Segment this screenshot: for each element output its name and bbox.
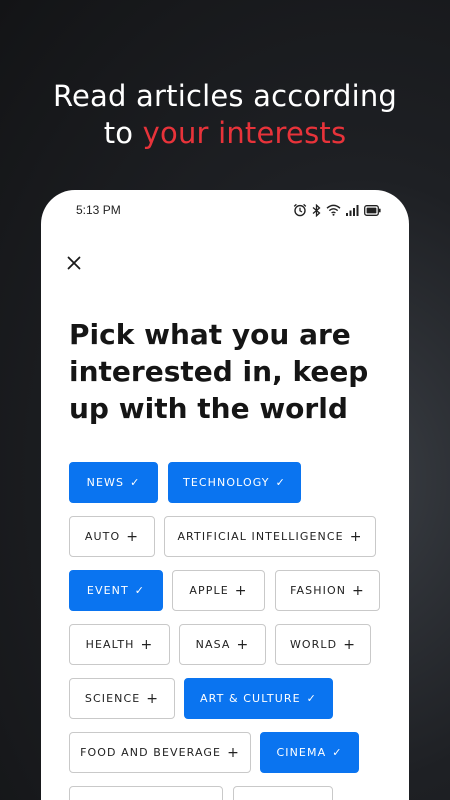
chip-label: WORLD <box>289 638 338 651</box>
chip-label: CINEMA <box>276 746 327 759</box>
battery-icon <box>364 204 381 216</box>
plus-icon: + <box>343 636 357 653</box>
status-bar: 5:13 PM <box>76 202 381 218</box>
promo-headline: Read articles according to your interest… <box>0 78 450 152</box>
wifi-icon <box>326 204 341 216</box>
check-icon: ✓ <box>332 746 343 759</box>
chip-label: HEALTH <box>85 638 135 651</box>
headline-line-1: Read articles according <box>52 79 398 113</box>
chip-health[interactable]: HEALTH + <box>69 624 170 665</box>
chip-technology[interactable]: TECHNOLOGY ✓ <box>168 462 301 503</box>
chip-partial[interactable] <box>233 786 333 800</box>
chip-label: NASA <box>195 638 231 651</box>
plus-icon: + <box>236 636 250 653</box>
check-icon: ✓ <box>134 584 146 597</box>
plus-icon: + <box>234 582 248 599</box>
headline-accent: your interests <box>142 116 347 150</box>
chip-label: FOOD AND BEVERAGE <box>80 746 222 759</box>
chip-label: ART & CULTURE <box>200 692 301 705</box>
plus-icon: + <box>352 582 365 599</box>
chip-fashion[interactable]: FASHION + <box>275 570 380 611</box>
plus-icon: + <box>227 744 240 761</box>
chip-cinema[interactable]: CINEMA ✓ <box>260 732 359 773</box>
chip-label: EVENT <box>86 584 129 597</box>
chip-world[interactable]: WORLD + <box>275 624 371 665</box>
close-icon <box>67 256 81 275</box>
status-time: 5:13 PM <box>76 203 121 217</box>
phone-screen: 5:13 PM Pick what you are interested in,… <box>41 190 409 800</box>
plus-icon: + <box>126 528 140 545</box>
check-icon: ✓ <box>306 692 317 705</box>
chip-science[interactable]: SCIENCE + <box>69 678 175 719</box>
chip-label: ARTIFICIAL INTELLIGENCE <box>177 530 344 543</box>
bluetooth-icon <box>312 203 321 217</box>
page-title: Pick what you are interested in, keep up… <box>69 318 369 425</box>
headline-prefix: to <box>103 116 143 150</box>
chip-auto[interactable]: AUTO + <box>69 516 155 557</box>
chip-label: APPLE <box>189 584 229 597</box>
chip-event[interactable]: EVENT ✓ <box>69 570 163 611</box>
close-button[interactable] <box>63 254 85 276</box>
plus-icon: + <box>140 636 154 653</box>
chip-art-culture[interactable]: ART & CULTURE ✓ <box>184 678 333 719</box>
chip-label: SCIENCE <box>84 692 141 705</box>
chip-food-and-beverage[interactable]: FOOD AND BEVERAGE + <box>69 732 251 773</box>
signal-icon <box>346 204 359 216</box>
check-icon: ✓ <box>130 476 141 489</box>
chip-apple[interactable]: APPLE + <box>172 570 265 611</box>
plus-icon: + <box>146 690 160 707</box>
chip-label: NEWS <box>86 476 125 489</box>
check-icon: ✓ <box>275 476 286 489</box>
alarm-icon <box>293 203 307 217</box>
chip-label: TECHNOLOGY <box>183 476 270 489</box>
chip-label: FASHION <box>290 584 347 597</box>
chip-label: AUTO <box>84 530 121 543</box>
chip-partial[interactable] <box>69 786 223 800</box>
chip-news[interactable]: NEWS ✓ <box>69 462 158 503</box>
status-icons <box>293 203 381 217</box>
chip-artificial-intelligence[interactable]: ARTIFICIAL INTELLIGENCE + <box>164 516 376 557</box>
chip-nasa[interactable]: NASA + <box>179 624 266 665</box>
headline-line-2: to your interests <box>0 115 450 152</box>
plus-icon: + <box>349 528 363 545</box>
